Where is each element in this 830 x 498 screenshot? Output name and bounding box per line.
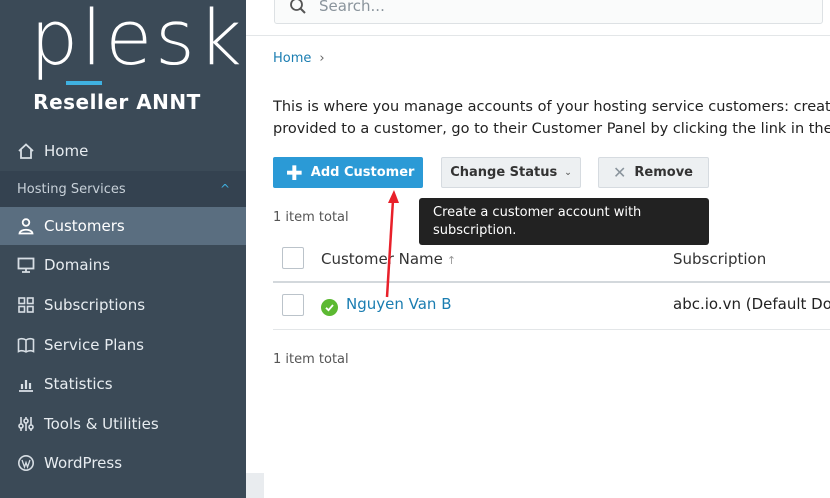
bar-chart-icon <box>16 374 36 394</box>
sidebar-item-domains[interactable]: Domains <box>0 246 246 284</box>
search-input[interactable]: Search... <box>319 0 385 15</box>
home-icon <box>16 141 36 161</box>
reseller-name: Reseller ANNT <box>33 90 201 114</box>
column-label: Customer Name <box>321 250 443 268</box>
page-description: This is where you manage accounts of you… <box>273 96 830 140</box>
sidebar-item-customers[interactable]: Customers <box>0 207 246 245</box>
description-line: provided to a customer, go to their Cust… <box>273 121 830 137</box>
subscription-cell[interactable]: abc.io.vn (Default Dom <box>673 295 830 313</box>
add-customer-button[interactable]: ✚ Add Customer <box>273 157 423 188</box>
sidebar-item-wordpress[interactable]: WordPress <box>0 444 246 482</box>
plesk-logo[interactable]: plesk <box>30 0 242 88</box>
sidebar-item-tools-utilities[interactable]: Tools & Utilities <box>0 405 246 443</box>
sort-arrow-icon: ↑ <box>446 254 457 267</box>
button-label: Change Status <box>450 165 558 180</box>
customer-name-link[interactable]: Nguyen Van B <box>346 295 451 313</box>
sliders-icon <box>16 414 36 434</box>
search-box[interactable]: Search... <box>274 0 823 24</box>
grid-icon <box>16 295 36 315</box>
sidebar-item-subscriptions[interactable]: Subscriptions <box>0 286 246 324</box>
header-divider <box>246 35 830 36</box>
sidebar-item-statistics[interactable]: Statistics <box>0 365 246 403</box>
item-count-bottom: 1 item total <box>273 352 349 367</box>
sidebar-item-label: WordPress <box>44 454 123 472</box>
column-header-subscription[interactable]: Subscription <box>673 250 766 268</box>
item-count: 1 item total <box>273 210 349 225</box>
logo-text: plesk <box>30 0 245 82</box>
sidebar-item-label: Home <box>44 142 89 160</box>
button-label: Remove <box>634 165 694 180</box>
change-status-button[interactable]: Change Status ⌄ <box>441 157 581 188</box>
check-circle-icon <box>321 299 338 316</box>
sidebar-item-service-plans[interactable]: Service Plans <box>0 326 246 364</box>
sidebar-item-label: Statistics <box>44 375 113 393</box>
row-checkbox[interactable] <box>282 294 304 316</box>
wordpress-icon <box>16 453 36 473</box>
book-icon <box>16 335 36 355</box>
sidebar-item-label: Service Plans <box>44 336 144 354</box>
sidebar-item-label: Tools & Utilities <box>44 415 159 433</box>
section-label: Hosting Services <box>17 181 126 197</box>
plus-icon: ✚ <box>286 160 303 185</box>
chevron-down-icon: ⌄ <box>564 167 572 178</box>
logo-accent-bar <box>66 81 102 85</box>
chevron-right-icon: › <box>319 51 325 66</box>
sidebar-item-label: Subscriptions <box>44 296 146 314</box>
sidebar: plesk Reseller ANNT Home Hosting Service… <box>0 0 246 498</box>
search-icon <box>290 0 306 14</box>
column-header-customer-name[interactable]: Customer Name ↑ <box>321 250 456 268</box>
sidebar-scroll-handle[interactable] <box>246 473 264 498</box>
monitor-icon <box>16 255 36 275</box>
table-header-divider <box>273 281 830 283</box>
close-icon: ✕ <box>613 163 627 182</box>
sidebar-item-label: Domains <box>44 256 111 274</box>
sidebar-section-hosting-services[interactable]: Hosting Services ^ <box>0 171 246 207</box>
remove-button[interactable]: ✕ Remove <box>598 157 709 188</box>
sidebar-item-home[interactable]: Home <box>0 132 246 170</box>
table-row-divider <box>273 329 830 330</box>
breadcrumb-home-link[interactable]: Home <box>273 51 311 66</box>
select-all-checkbox[interactable] <box>282 247 304 269</box>
tooltip: Create a customer account with subscript… <box>419 198 709 245</box>
column-label: Subscription <box>673 250 767 268</box>
sidebar-item-label: Customers <box>44 217 125 235</box>
user-icon <box>16 216 36 236</box>
button-label: Add Customer <box>310 165 415 180</box>
chevron-up-icon: ^ <box>219 182 230 196</box>
description-line: This is where you manage accounts of you… <box>273 99 830 115</box>
breadcrumb: Home › <box>273 51 325 66</box>
